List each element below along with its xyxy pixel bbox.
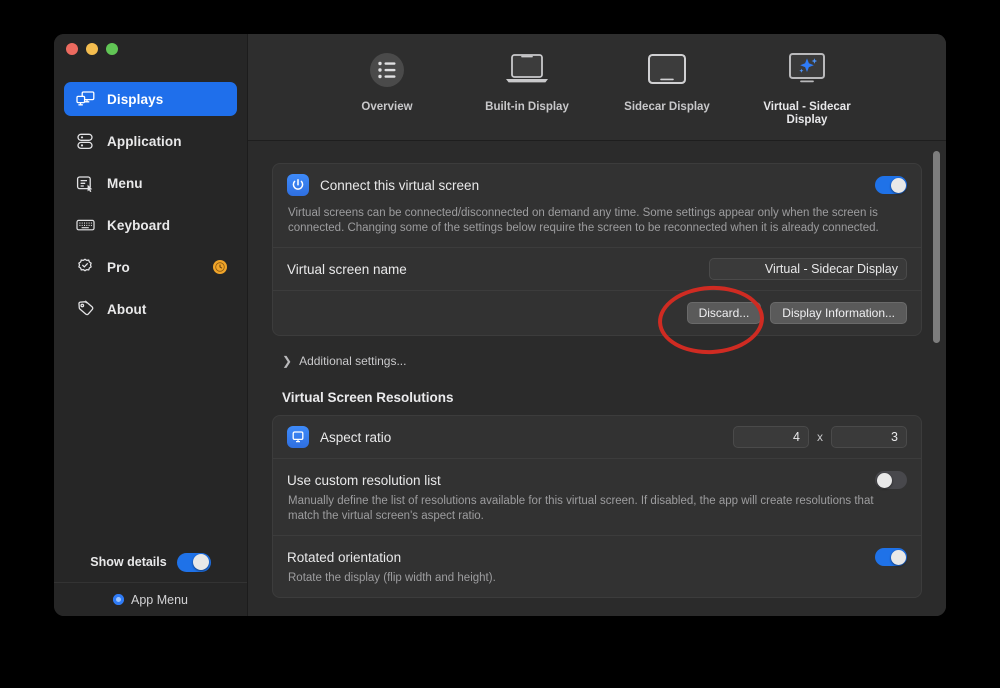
aspect-ratio-height-input[interactable]: 3 — [831, 426, 907, 448]
minimize-button[interactable] — [86, 43, 98, 55]
power-icon — [287, 174, 309, 196]
laptop-icon — [504, 45, 550, 95]
sidebar-item-menu[interactable]: Menu — [64, 166, 237, 200]
additional-settings-label: Additional settings... — [299, 354, 406, 368]
menu-icon — [74, 172, 96, 194]
rotated-description: Rotate the display (flip width and heigh… — [273, 570, 921, 597]
toggle-knob — [891, 178, 906, 193]
zoom-button[interactable] — [106, 43, 118, 55]
additional-resolution-settings-disclosure[interactable]: ❯ Additional resolution settings... — [272, 612, 922, 616]
about-tag-icon — [74, 298, 96, 320]
custom-resolution-description: Manually define the list of resolutions … — [273, 493, 921, 535]
sidebar-item-pro[interactable]: Pro — [64, 250, 237, 284]
tablet-icon — [646, 45, 688, 95]
app-menu-icon — [113, 594, 124, 605]
connect-description: Virtual screens can be connected/disconn… — [273, 206, 921, 247]
sidebar-item-label: Displays — [107, 92, 163, 107]
overview-list-icon — [367, 45, 407, 95]
app-window: Displays Application — [54, 34, 946, 616]
rotated-row: Rotated orientation — [273, 536, 921, 570]
rotated-toggle[interactable] — [875, 548, 907, 566]
sidebar-item-label: About — [107, 302, 146, 317]
settings-content: Connect this virtual screen Virtual scre… — [248, 141, 946, 616]
tab-sidecar-display[interactable]: Sidecar Display — [615, 45, 719, 114]
pro-badge-icon — [74, 256, 96, 278]
display-ratio-icon — [287, 426, 309, 448]
resolutions-card: Aspect ratio 4 x 3 Use custom resolution… — [272, 415, 922, 598]
connect-row: Connect this virtual screen — [273, 164, 921, 206]
resolutions-heading: Virtual Screen Resolutions — [272, 386, 922, 415]
connect-toggle[interactable] — [875, 176, 907, 194]
additional-settings-disclosure[interactable]: ❯ Additional settings... — [272, 350, 922, 372]
scrollbar-thumb[interactable] — [933, 151, 940, 343]
screen-name-input[interactable]: Virtual - Sidecar Display — [709, 258, 907, 280]
toggle-knob — [891, 550, 906, 565]
toggle-knob — [877, 473, 892, 488]
show-details-label: Show details — [90, 555, 166, 569]
keyboard-icon — [74, 214, 96, 236]
custom-resolution-row: Use custom resolution list — [273, 459, 921, 493]
screenshot-root: Displays Application — [0, 0, 1000, 688]
sidebar: Displays Application — [54, 34, 248, 616]
application-icon — [74, 130, 96, 152]
toggle-knob — [193, 554, 209, 570]
tab-label: Sidecar Display — [624, 101, 710, 114]
sidebar-item-label: Pro — [107, 260, 130, 275]
sidebar-item-application[interactable]: Application — [64, 124, 237, 158]
show-details-row[interactable]: Show details — [54, 542, 247, 582]
main-area: Overview Built-in Display — [248, 34, 946, 616]
sidebar-item-about[interactable]: About — [64, 292, 237, 326]
pro-clock-badge — [213, 260, 227, 274]
display-information-button[interactable]: Display Information... — [770, 302, 907, 324]
actions-row: Discard... Display Information... — [273, 291, 921, 335]
sidebar-item-displays[interactable]: Displays — [64, 82, 237, 116]
screen-name-row: Virtual screen name Virtual - Sidecar Di… — [273, 248, 921, 290]
sidebar-nav: Displays Application — [54, 64, 247, 542]
app-menu-button[interactable]: App Menu — [54, 582, 247, 616]
vertical-scrollbar[interactable] — [933, 149, 940, 609]
sidebar-footer: Show details App Menu — [54, 542, 247, 616]
tab-label: Overview — [361, 101, 412, 114]
rotated-title: Rotated orientation — [287, 550, 401, 565]
aspect-ratio-label: Aspect ratio — [320, 430, 391, 445]
sidebar-item-label: Keyboard — [107, 218, 170, 233]
close-button[interactable] — [66, 43, 78, 55]
tab-virtual-sidecar-display[interactable]: Virtual - Sidecar Display — [755, 45, 859, 127]
screen-name-label: Virtual screen name — [287, 262, 407, 277]
aspect-ratio-width-input[interactable]: 4 — [733, 426, 809, 448]
custom-resolution-toggle[interactable] — [875, 471, 907, 489]
virtual-display-icon — [785, 45, 829, 95]
connect-title: Connect this virtual screen — [320, 178, 479, 193]
show-details-toggle[interactable] — [177, 553, 211, 572]
custom-resolution-title: Use custom resolution list — [287, 473, 441, 488]
app-menu-label: App Menu — [131, 593, 188, 607]
chevron-right-icon: ❯ — [282, 355, 292, 367]
tab-built-in-display[interactable]: Built-in Display — [475, 45, 579, 114]
toolbar-tabs: Overview Built-in Display — [248, 34, 946, 141]
tab-label: Built-in Display — [485, 101, 569, 114]
aspect-ratio-separator: x — [817, 430, 823, 444]
aspect-ratio-row: Aspect ratio 4 x 3 — [273, 416, 921, 458]
tab-label: Virtual - Sidecar Display — [755, 101, 859, 127]
sidebar-item-keyboard[interactable]: Keyboard — [64, 208, 237, 242]
displays-icon — [74, 88, 96, 110]
window-controls — [54, 34, 247, 64]
sidebar-item-label: Menu — [107, 176, 143, 191]
sidebar-item-label: Application — [107, 134, 182, 149]
connect-card: Connect this virtual screen Virtual scre… — [272, 163, 922, 336]
discard-button[interactable]: Discard... — [687, 302, 762, 324]
tab-overview[interactable]: Overview — [335, 45, 439, 114]
